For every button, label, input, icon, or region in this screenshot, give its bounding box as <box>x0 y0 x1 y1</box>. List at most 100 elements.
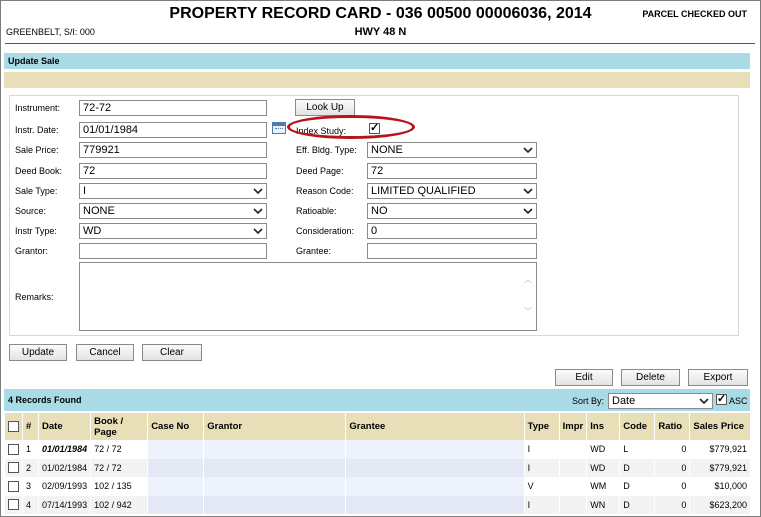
header-divider <box>5 43 755 44</box>
grantee-label: Grantee: <box>296 246 332 256</box>
table-row[interactable]: 4 07/14/1993 102 / 942 I WN D 0 $623,200 <box>3 495 750 514</box>
remarks-label: Remarks: <box>15 292 54 302</box>
row-book-page: 72 / 72 <box>90 440 148 459</box>
remarks-textarea[interactable] <box>79 262 537 331</box>
col-date[interactable]: Date <box>38 413 91 440</box>
row-select-cell <box>3 440 23 459</box>
instr-type-select[interactable]: WD <box>79 223 267 239</box>
scroll-down-icon[interactable]: ﹀ <box>524 306 532 317</box>
sale-type-value: I <box>83 185 87 197</box>
row-grantor <box>203 440 346 459</box>
chevron-down-icon <box>523 147 533 154</box>
records-bar: 4 Records Found Sort By: Date ASC <box>4 389 750 411</box>
row-num: 1 <box>22 440 39 459</box>
sort-by-select[interactable]: Date <box>608 393 713 409</box>
col-book-page[interactable]: Book / Page <box>90 413 148 440</box>
row-type: I <box>523 458 560 477</box>
table-row[interactable]: 2 01/02/1984 72 / 72 I WD D 0 $779,921 <box>3 458 750 477</box>
highlight-ellipse <box>287 115 415 139</box>
sort-by-label: Sort By: <box>572 396 605 406</box>
table-row[interactable]: 1 01/01/1984 72 / 72 I WD L 0 $779,921 <box>3 440 750 459</box>
row-case-no <box>147 477 204 496</box>
lookup-button[interactable]: Look Up <box>295 99 355 116</box>
row-checkbox[interactable] <box>8 499 19 511</box>
ratioable-select[interactable]: NO <box>367 203 537 219</box>
cancel-button[interactable]: Cancel <box>76 344 134 361</box>
row-impr <box>558 495 587 514</box>
table-header-row: # Date Book / Page Case No Grantor Grant… <box>3 413 750 440</box>
reason-code-select[interactable]: LIMITED QUALIFIED <box>367 183 537 199</box>
row-impr <box>558 440 587 459</box>
col-type[interactable]: Type <box>523 413 560 440</box>
row-select-cell <box>3 477 23 496</box>
section-subbar <box>4 72 750 88</box>
row-checkbox[interactable] <box>8 462 19 474</box>
update-button[interactable]: Update <box>9 344 67 361</box>
eff-bldg-type-label: Eff. Bldg. Type: <box>296 145 357 155</box>
row-type: I <box>523 495 560 514</box>
row-grantee <box>345 477 525 496</box>
grantee-input[interactable] <box>367 243 537 259</box>
row-sales-price: $779,921 <box>689 458 750 477</box>
deed-page-input[interactable]: 72 <box>367 163 537 179</box>
row-ratio: 0 <box>654 458 690 477</box>
instrument-input[interactable]: 72-72 <box>79 100 267 116</box>
col-sales-price[interactable]: Sales Price <box>689 413 750 440</box>
row-ratio: 0 <box>654 495 690 514</box>
col-code[interactable]: Code <box>619 413 655 440</box>
col-grantor[interactable]: Grantor <box>203 413 346 440</box>
col-num[interactable]: # <box>22 413 39 440</box>
row-num: 4 <box>22 495 39 514</box>
col-grantee[interactable]: Grantee <box>345 413 525 440</box>
col-impr[interactable]: Impr <box>558 413 587 440</box>
row-case-no <box>147 458 204 477</box>
col-ins[interactable]: Ins <box>586 413 620 440</box>
update-sale-bar: Update Sale <box>4 53 750 69</box>
instr-date-input[interactable]: 01/01/1984 <box>79 122 267 138</box>
sale-price-input[interactable]: 779921 <box>79 142 267 158</box>
row-num: 3 <box>22 477 39 496</box>
calendar-icon[interactable] <box>272 122 286 134</box>
row-sales-price: $10,000 <box>689 477 750 496</box>
row-checkbox[interactable] <box>8 443 19 455</box>
export-button[interactable]: Export <box>688 369 748 386</box>
asc-checkbox[interactable] <box>716 392 727 405</box>
row-grantor <box>203 458 346 477</box>
greenbelt-info: GREENBELT, S/I: 000 <box>6 27 95 37</box>
source-label: Source: <box>15 206 47 216</box>
row-select-cell <box>3 495 23 514</box>
row-date: 01/02/1984 <box>38 458 91 477</box>
grantor-label: Grantor: <box>15 246 49 256</box>
row-code: L <box>619 440 655 459</box>
row-impr <box>558 477 587 496</box>
row-checkbox[interactable] <box>8 480 19 492</box>
row-grantor <box>203 495 346 514</box>
col-ratio[interactable]: Ratio <box>654 413 690 440</box>
row-book-page: 102 / 135 <box>90 477 148 496</box>
row-book-page: 72 / 72 <box>90 458 148 477</box>
row-case-no <box>147 495 204 514</box>
select-all-checkbox[interactable] <box>8 420 19 432</box>
row-type: I <box>523 440 560 459</box>
source-select[interactable]: NONE <box>79 203 267 219</box>
sale-type-select[interactable]: I <box>79 183 267 199</box>
asc-label: ASC <box>729 396 748 406</box>
chevron-down-icon <box>523 188 533 195</box>
row-case-no <box>147 440 204 459</box>
consideration-input[interactable]: 0 <box>367 223 537 239</box>
delete-button[interactable]: Delete <box>621 369 680 386</box>
eff-bldg-type-select[interactable]: NONE <box>367 142 537 158</box>
chevron-down-icon <box>699 398 709 405</box>
clear-button[interactable]: Clear <box>142 344 202 361</box>
row-book-page: 102 / 942 <box>90 495 148 514</box>
eff-bldg-type-value: NONE <box>371 144 403 156</box>
grantor-input[interactable] <box>79 243 267 259</box>
property-address: HWY 48 N <box>354 26 407 38</box>
table-row[interactable]: 3 02/09/1993 102 / 135 V WM D 0 $10,000 <box>3 477 750 496</box>
col-case-no[interactable]: Case No <box>147 413 204 440</box>
deed-book-input[interactable]: 72 <box>79 163 267 179</box>
row-ins: WD <box>586 458 620 477</box>
edit-button[interactable]: Edit <box>555 369 613 386</box>
scroll-up-icon[interactable]: ︿ <box>524 274 532 285</box>
row-sales-price: $779,921 <box>689 440 750 459</box>
